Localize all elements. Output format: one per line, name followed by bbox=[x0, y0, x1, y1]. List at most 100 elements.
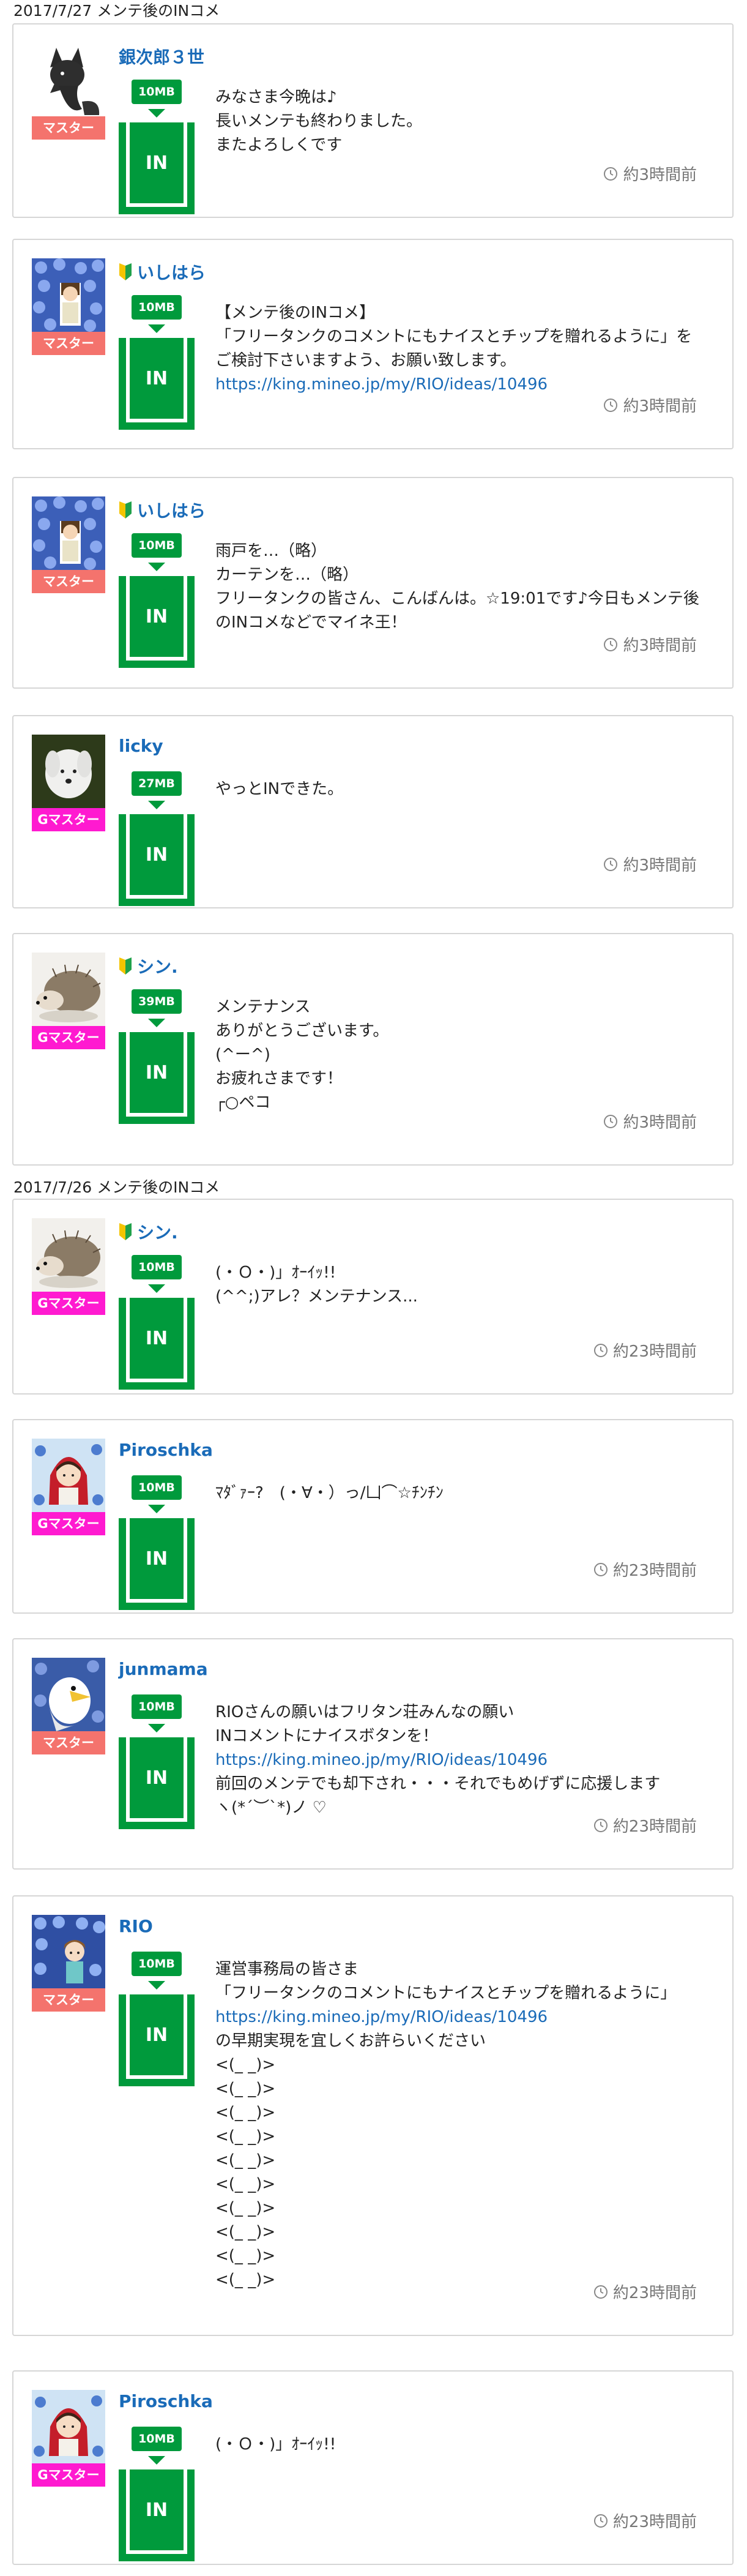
timestamp: 約3時間前 bbox=[603, 394, 697, 416]
tank-in-indicator: 10MB IN bbox=[119, 1694, 195, 1829]
hydrangea-girl-avatar[interactable] bbox=[32, 1915, 105, 1988]
rank-badge: マスター bbox=[32, 1988, 105, 2012]
comment-line: お疲れさまです！ bbox=[215, 1069, 343, 1088]
timestamp-text: 約3時間前 bbox=[623, 637, 697, 655]
fox-avatar[interactable] bbox=[32, 43, 105, 116]
comment-line: 運営事務局の皆さま bbox=[215, 1960, 359, 1979]
rank-badge: マスター bbox=[32, 570, 105, 593]
username-link[interactable]: junmama bbox=[119, 1659, 208, 1679]
username-text: Piroschka bbox=[119, 2391, 213, 2411]
username-text: licky bbox=[119, 736, 163, 756]
username-link[interactable]: 銀次郎３世 bbox=[119, 44, 204, 69]
user-profile[interactable]: Gマスター bbox=[32, 1439, 105, 1535]
username-text: シン. bbox=[137, 957, 178, 977]
hedgehog-avatar[interactable] bbox=[32, 953, 105, 1026]
dog-avatar[interactable] bbox=[32, 735, 105, 808]
idea-link[interactable]: https://king.mineo.jp/my/RIO/ideas/10496 bbox=[215, 1748, 708, 1772]
clock-icon bbox=[593, 1343, 613, 1358]
tank-in-indicator: 10MB IN bbox=[119, 533, 195, 668]
tank-in-icon: IN bbox=[119, 2469, 195, 2561]
tank-in-icon: IN bbox=[119, 1737, 195, 1829]
timestamp-text: 約23時間前 bbox=[612, 2513, 697, 2531]
clock-icon bbox=[603, 398, 623, 413]
user-profile[interactable]: Gマスター bbox=[32, 1218, 105, 1315]
mb-badge: 10MB bbox=[132, 1475, 182, 1500]
comment-line: 長いメンテも終わりました。 bbox=[215, 112, 423, 130]
username-link[interactable]: いしはら bbox=[119, 498, 206, 522]
comment-line: (・Ｏ・)」ｵｰｲｯ!! bbox=[215, 1264, 336, 1282]
timestamp-text: 約3時間前 bbox=[623, 166, 697, 184]
comment-line: <(_ _)> bbox=[215, 2175, 276, 2193]
arrow-down-icon bbox=[148, 563, 165, 571]
username-link[interactable]: licky bbox=[119, 736, 163, 756]
timestamp: 約3時間前 bbox=[603, 853, 697, 875]
date-heading: 2017/7/26 メンテ後のINコメ bbox=[13, 1178, 220, 1196]
tank-in-icon: IN bbox=[119, 576, 195, 668]
comment-text: ﾏﾀﾞｧｰ? (・∀・）っ/凵⌒☆ﾁﾝﾁﾝ bbox=[215, 1481, 708, 1505]
user-profile[interactable]: Gマスター bbox=[32, 953, 105, 1049]
comment-line: (^^;)アレ？メンテナンス... bbox=[215, 1287, 418, 1306]
comment-line: の早期実現を宜しくお許らいください bbox=[215, 2032, 486, 2050]
mb-badge: 27MB bbox=[132, 771, 182, 796]
comment-line: ﾏﾀﾞｧｰ? (・∀・）っ/凵⌒☆ﾁﾝﾁﾝ bbox=[215, 1484, 444, 1502]
user-profile[interactable]: マスター bbox=[32, 1658, 105, 1754]
comment-line: 雨戸を…（略） bbox=[215, 542, 327, 560]
comment-line: <(_ _)> bbox=[215, 2247, 276, 2265]
comment-text: RIOさんの願いはフリタン荘みんなの願い INコメントにナイスボタンを！ https… bbox=[215, 1701, 708, 1820]
comment-line: (・Ｏ・)」ｵｰｲｯ!! bbox=[215, 2435, 336, 2454]
user-profile[interactable]: マスター bbox=[32, 1915, 105, 2012]
mb-badge: 10MB bbox=[132, 2427, 182, 2451]
in-label: IN bbox=[130, 338, 184, 419]
username-link[interactable]: RIO bbox=[119, 1916, 153, 1936]
eagle-avatar[interactable] bbox=[32, 1658, 105, 1731]
comment-line: <(_ _)> bbox=[215, 2103, 276, 2122]
in-label: IN bbox=[130, 1518, 184, 1599]
date-heading: 2017/7/27 メンテ後のINコメ bbox=[13, 2, 220, 20]
timestamp-text: 約3時間前 bbox=[623, 1114, 697, 1132]
user-profile[interactable]: Gマスター bbox=[32, 735, 105, 831]
user-profile[interactable]: マスター bbox=[32, 258, 105, 355]
beginner-mark-icon bbox=[119, 957, 137, 975]
in-label: IN bbox=[130, 814, 184, 895]
comment-line: 「フリータンクのコメントにもナイスとチップを贈れるように」をご検討下さいますよう… bbox=[215, 328, 693, 370]
comment-card: Gマスター シン. 10MB IN (・Ｏ・)」ｵｰｲｯ!! (^^;)アレ？メンテナンス… bbox=[12, 1199, 734, 1395]
comment-text: メンテナンス ありがとうございます。 (^ー^) お疲れさまです！ ┌○ペコ bbox=[215, 995, 708, 1115]
username-text: Piroschka bbox=[119, 1440, 213, 1460]
timestamp: 約3時間前 bbox=[603, 162, 697, 185]
comment-text: 【メンテ後のINコメ】 「フリータンクのコメントにもナイスとチップを贈れるように」… bbox=[215, 301, 708, 397]
username-link[interactable]: いしはら bbox=[119, 260, 206, 284]
hydrangea-avatar[interactable] bbox=[32, 258, 105, 332]
beginner-mark-icon bbox=[119, 263, 137, 280]
girl-avatar[interactable] bbox=[32, 1439, 105, 1512]
mb-badge: 10MB bbox=[132, 533, 182, 558]
mb-badge: 10MB bbox=[132, 1255, 182, 1279]
rank-badge: マスター bbox=[32, 332, 105, 355]
username-link[interactable]: シン. bbox=[119, 1219, 178, 1244]
mb-badge: 10MB bbox=[132, 1694, 182, 1719]
idea-link[interactable]: https://king.mineo.jp/my/RIO/ideas/10496 bbox=[215, 2005, 708, 2029]
in-label: IN bbox=[130, 122, 184, 203]
user-profile[interactable]: マスター bbox=[32, 43, 105, 140]
girl-avatar[interactable] bbox=[32, 2390, 105, 2463]
in-label: IN bbox=[130, 1032, 184, 1113]
tank-in-indicator: 39MB IN bbox=[119, 989, 195, 1124]
mb-badge: 39MB bbox=[132, 989, 182, 1014]
username-link[interactable]: シン. bbox=[119, 954, 178, 978]
comment-line: <(_ _)> bbox=[215, 2199, 276, 2217]
username-link[interactable]: Piroschka bbox=[119, 2391, 213, 2411]
comment-line: カーテンを…（略） bbox=[215, 566, 359, 584]
tank-in-icon: IN bbox=[119, 1298, 195, 1390]
clock-icon bbox=[593, 1562, 613, 1577]
tank-in-icon: IN bbox=[119, 122, 195, 214]
user-profile[interactable]: マスター bbox=[32, 496, 105, 593]
comment-text: (・Ｏ・)」ｵｰｲｯ!! (^^;)アレ？メンテナンス... bbox=[215, 1261, 708, 1309]
username-link[interactable]: Piroschka bbox=[119, 1440, 213, 1460]
hydrangea-avatar[interactable] bbox=[32, 496, 105, 570]
comment-text: 雨戸を…（略） カーテンを…（略） フリータンクの皆さん、こんばんは。☆19:01で… bbox=[215, 539, 708, 635]
hedgehog-avatar[interactable] bbox=[32, 1218, 105, 1292]
tank-in-icon: IN bbox=[119, 1994, 195, 2086]
user-profile[interactable]: Gマスター bbox=[32, 2390, 105, 2487]
comment-line: またよろしくです bbox=[215, 136, 343, 154]
comment-line: フリータンクの皆さん、こんばんは。☆19:01です♪今日もメンテ後のINコメなど… bbox=[215, 590, 699, 632]
comment-card: マスター junmama 10MB IN RIOさんの願いはフリタン荘みんなの願い INコ… bbox=[12, 1638, 734, 1870]
